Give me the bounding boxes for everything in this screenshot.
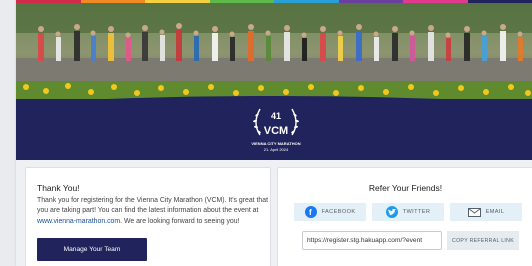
registration-confirmation-card: 41 VCM VIENNA CITY MARATHON 21. April 20… bbox=[16, 0, 532, 266]
event-banner: 41 VCM VIENNA CITY MARATHON 21. April 20… bbox=[16, 99, 532, 160]
copy-referral-link-button[interactable]: COPY REFERRAL LINK bbox=[447, 231, 519, 250]
email-share-button[interactable]: EMAIL bbox=[450, 203, 522, 221]
thank-you-message-text: Thank you for registering for the Vienna… bbox=[37, 197, 268, 215]
refer-friends-panel: Refer Your Friends! f FACEBOOK TWITTER E… bbox=[277, 167, 532, 266]
manage-team-button[interactable]: Manage Your Team bbox=[37, 238, 147, 261]
thank-you-title: Thank You! bbox=[37, 183, 80, 193]
vienna-marathon-link[interactable]: www.vienna-marathon.com bbox=[37, 218, 120, 225]
content-area: Thank You! Thank you for registering for… bbox=[16, 160, 532, 266]
referral-link-input[interactable] bbox=[302, 231, 442, 250]
vcm-logo: 41 VCM VIENNA CITY MARATHON 21. April 20… bbox=[246, 105, 306, 157]
envelope-icon bbox=[467, 207, 481, 217]
refer-friends-title: Refer Your Friends! bbox=[368, 183, 443, 193]
hero-runners-photo bbox=[16, 3, 532, 103]
twitter-icon bbox=[385, 206, 398, 218]
laurel-wreath-icon: 41 VCM bbox=[253, 108, 299, 137]
email-share-label: EMAIL bbox=[485, 209, 505, 215]
facebook-share-button[interactable]: f FACEBOOK bbox=[294, 203, 366, 221]
logo-event-name: VIENNA CITY MARATHON bbox=[251, 141, 301, 146]
facebook-icon: f bbox=[304, 206, 317, 218]
facebook-share-label: FACEBOOK bbox=[321, 209, 356, 215]
twitter-share-label: TWITTER bbox=[402, 209, 431, 215]
logo-edition: 41 bbox=[271, 111, 281, 121]
thank-you-panel: Thank You! Thank you for registering for… bbox=[25, 167, 271, 266]
twitter-share-button[interactable]: TWITTER bbox=[372, 203, 444, 221]
thank-you-message: Thank you for registering for the Vienna… bbox=[37, 196, 275, 227]
logo-event-date: 21. April 2024 bbox=[263, 147, 289, 152]
thank-you-message-tail: . We are looking forward to seeing you! bbox=[120, 217, 240, 225]
logo-abbr: VCM bbox=[264, 125, 288, 137]
